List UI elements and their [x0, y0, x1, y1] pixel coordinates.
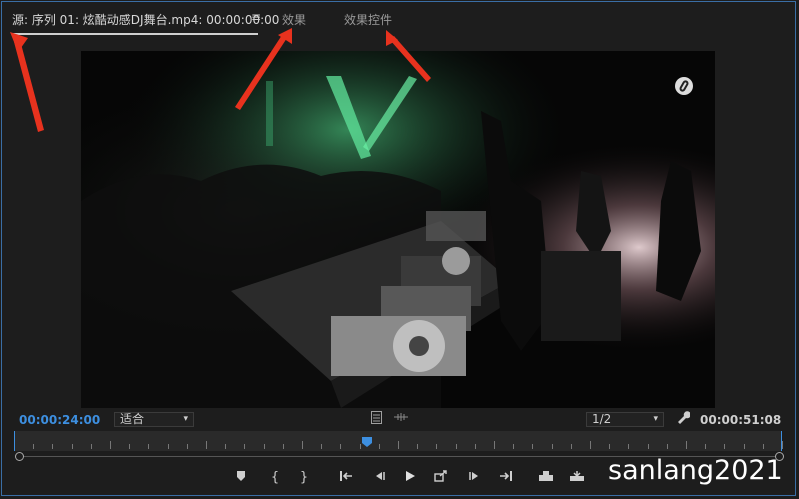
- annotation-arrows: [10, 28, 431, 132]
